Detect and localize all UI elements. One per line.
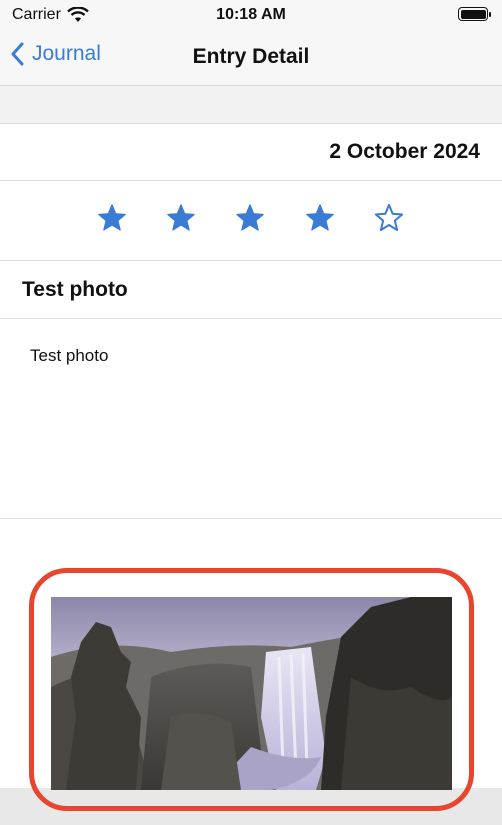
entry-body-field[interactable]: Test photo bbox=[0, 319, 502, 519]
entry-body-text: Test photo bbox=[30, 346, 109, 365]
section-spacer bbox=[0, 86, 502, 124]
rating-control bbox=[0, 181, 502, 261]
navigation-bar: Journal Entry Detail bbox=[0, 30, 502, 86]
star-outline-icon[interactable] bbox=[374, 203, 404, 233]
page-title: Entry Detail bbox=[192, 45, 310, 68]
entry-date: 2 October 2024 bbox=[329, 140, 480, 163]
status-bar: Carrier 10:18 AM bbox=[0, 0, 502, 30]
star-icon[interactable] bbox=[97, 203, 127, 233]
battery-icon bbox=[458, 7, 491, 21]
date-row[interactable]: 2 October 2024 bbox=[0, 124, 502, 181]
star-icon[interactable] bbox=[305, 203, 335, 233]
star-icon[interactable] bbox=[235, 203, 265, 233]
title-row[interactable]: Test photo bbox=[0, 261, 502, 319]
status-time: 10:18 AM bbox=[216, 6, 286, 23]
star-icon[interactable] bbox=[166, 203, 196, 233]
photo-highlight-frame bbox=[29, 568, 474, 811]
battery-level bbox=[460, 9, 486, 19]
entry-title: Test photo bbox=[22, 278, 128, 301]
